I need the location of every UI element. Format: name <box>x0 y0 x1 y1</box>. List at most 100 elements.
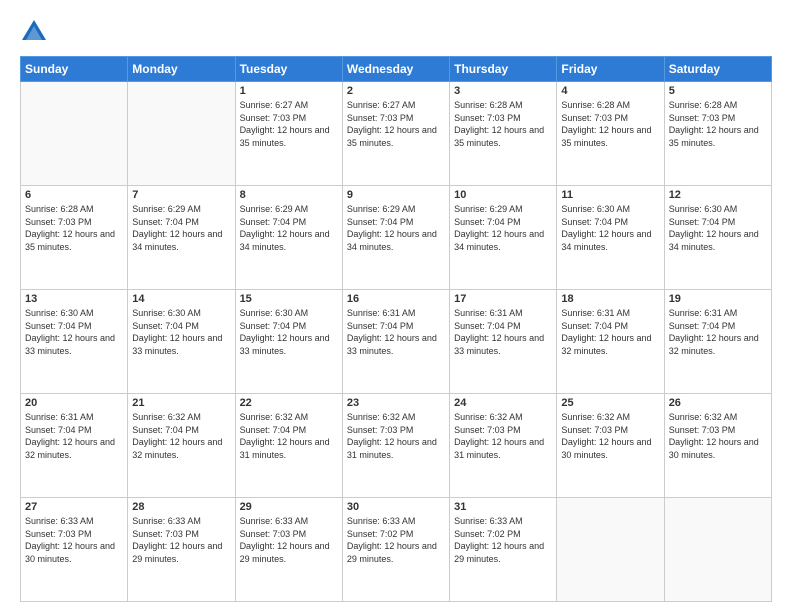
day-number: 13 <box>25 293 123 305</box>
calendar-cell: 11 Sunrise: 6:30 AMSunset: 7:04 PMDayligh… <box>557 186 664 290</box>
calendar-day-header: Thursday <box>450 57 557 82</box>
day-info: Sunrise: 6:30 AMSunset: 7:04 PMDaylight:… <box>240 307 338 357</box>
calendar-cell: 25 Sunrise: 6:32 AMSunset: 7:03 PMDayligh… <box>557 394 664 498</box>
day-number: 25 <box>561 397 659 409</box>
calendar-cell <box>664 498 771 602</box>
day-info: Sunrise: 6:30 AMSunset: 7:04 PMDaylight:… <box>561 203 659 253</box>
calendar-cell: 26 Sunrise: 6:32 AMSunset: 7:03 PMDayligh… <box>664 394 771 498</box>
header <box>20 18 772 46</box>
day-number: 26 <box>669 397 767 409</box>
calendar-cell: 27 Sunrise: 6:33 AMSunset: 7:03 PMDayligh… <box>21 498 128 602</box>
day-number: 4 <box>561 85 659 97</box>
calendar-week-row: 27 Sunrise: 6:33 AMSunset: 7:03 PMDayligh… <box>21 498 772 602</box>
calendar-cell: 5 Sunrise: 6:28 AMSunset: 7:03 PMDaylight… <box>664 82 771 186</box>
calendar-week-row: 6Sunrise: 6:28 AMSunset: 7:03 PMDaylight… <box>21 186 772 290</box>
day-number: 17 <box>454 293 552 305</box>
calendar-cell: 31 Sunrise: 6:33 AMSunset: 7:02 PMDayligh… <box>450 498 557 602</box>
calendar-week-row: 1 Sunrise: 6:27 AMSunset: 7:03 PMDaylight… <box>21 82 772 186</box>
calendar-cell: 17 Sunrise: 6:31 AMSunset: 7:04 PMDayligh… <box>450 290 557 394</box>
calendar-cell: 9 Sunrise: 6:29 AMSunset: 7:04 PMDaylight… <box>342 186 449 290</box>
day-number: 15 <box>240 293 338 305</box>
calendar-table: SundayMondayTuesdayWednesdayThursdayFrid… <box>20 56 772 602</box>
day-info: Sunrise: 6:28 AMSunset: 7:03 PMDaylight:… <box>561 99 659 149</box>
calendar-cell: 10 Sunrise: 6:29 AMSunset: 7:04 PMDayligh… <box>450 186 557 290</box>
logo <box>20 18 52 46</box>
day-info: Sunrise: 6:27 AMSunset: 7:03 PMDaylight:… <box>240 99 338 149</box>
calendar-cell: 30 Sunrise: 6:33 AMSunset: 7:02 PMDayligh… <box>342 498 449 602</box>
day-number: 9 <box>347 189 445 201</box>
calendar-cell: 20 Sunrise: 6:31 AMSunset: 7:04 PMDayligh… <box>21 394 128 498</box>
calendar-cell: 8 Sunrise: 6:29 AMSunset: 7:04 PMDaylight… <box>235 186 342 290</box>
calendar-day-header: Friday <box>557 57 664 82</box>
day-number: 18 <box>561 293 659 305</box>
day-info: Sunrise: 6:32 AMSunset: 7:03 PMDaylight:… <box>669 411 767 461</box>
logo-icon <box>20 18 48 46</box>
calendar-cell: 22 Sunrise: 6:32 AMSunset: 7:04 PMDayligh… <box>235 394 342 498</box>
calendar-cell: 28 Sunrise: 6:33 AMSunset: 7:03 PMDayligh… <box>128 498 235 602</box>
calendar-day-header: Tuesday <box>235 57 342 82</box>
day-info: Sunrise: 6:33 AMSunset: 7:02 PMDaylight:… <box>454 515 552 565</box>
calendar-cell: 14Sunrise: 6:30 AMSunset: 7:04 PMDayligh… <box>128 290 235 394</box>
calendar-cell: 3 Sunrise: 6:28 AMSunset: 7:03 PMDaylight… <box>450 82 557 186</box>
day-number: 3 <box>454 85 552 97</box>
day-info: Sunrise: 6:31 AMSunset: 7:04 PMDaylight:… <box>454 307 552 357</box>
day-number: 29 <box>240 501 338 513</box>
page: SundayMondayTuesdayWednesdayThursdayFrid… <box>0 0 792 612</box>
day-number: 20 <box>25 397 123 409</box>
calendar-cell: 19Sunrise: 6:31 AMSunset: 7:04 PMDayligh… <box>664 290 771 394</box>
day-number: 22 <box>240 397 338 409</box>
calendar-cell: 13Sunrise: 6:30 AMSunset: 7:04 PMDayligh… <box>21 290 128 394</box>
calendar-cell: 15 Sunrise: 6:30 AMSunset: 7:04 PMDayligh… <box>235 290 342 394</box>
calendar-cell: 18 Sunrise: 6:31 AMSunset: 7:04 PMDayligh… <box>557 290 664 394</box>
day-number: 30 <box>347 501 445 513</box>
calendar-cell: 7Sunrise: 6:29 AMSunset: 7:04 PMDaylight… <box>128 186 235 290</box>
day-number: 12 <box>669 189 767 201</box>
day-number: 23 <box>347 397 445 409</box>
day-info: Sunrise: 6:29 AMSunset: 7:04 PMDaylight:… <box>347 203 445 253</box>
day-info: Sunrise: 6:32 AMSunset: 7:03 PMDaylight:… <box>454 411 552 461</box>
day-info: Sunrise: 6:33 AMSunset: 7:02 PMDaylight:… <box>347 515 445 565</box>
calendar-week-row: 20 Sunrise: 6:31 AMSunset: 7:04 PMDayligh… <box>21 394 772 498</box>
calendar-cell <box>557 498 664 602</box>
day-number: 10 <box>454 189 552 201</box>
calendar-cell: 16Sunrise: 6:31 AMSunset: 7:04 PMDayligh… <box>342 290 449 394</box>
calendar-week-row: 13 Sunrise: 6:30 AMSunset: 7:04 PMDayligh… <box>21 290 772 394</box>
day-info: Sunrise: 6:32 AMSunset: 7:04 PMDaylight:… <box>240 411 338 461</box>
day-info: Sunrise: 6:27 AMSunset: 7:03 PMDaylight:… <box>347 99 445 149</box>
day-number: 31 <box>454 501 552 513</box>
day-number: 11 <box>561 189 659 201</box>
calendar-cell: 6Sunrise: 6:28 AMSunset: 7:03 PMDaylight… <box>21 186 128 290</box>
day-info: Sunrise: 6:28 AMSunset: 7:03 PMDaylight:… <box>669 99 767 149</box>
calendar-cell: 21Sunrise: 6:32 AMSunset: 7:04 PMDayligh… <box>128 394 235 498</box>
calendar-cell <box>128 82 235 186</box>
calendar-cell <box>21 82 128 186</box>
calendar-cell: 1 Sunrise: 6:27 AMSunset: 7:03 PMDaylight… <box>235 82 342 186</box>
calendar-day-header: Wednesday <box>342 57 449 82</box>
day-info: Sunrise: 6:32 AMSunset: 7:03 PMDaylight:… <box>561 411 659 461</box>
day-number: 1 <box>240 85 338 97</box>
day-info: Sunrise: 6:29 AMSunset: 7:04 PMDaylight:… <box>132 203 230 253</box>
day-info: Sunrise: 6:32 AMSunset: 7:03 PMDaylight:… <box>347 411 445 461</box>
day-info: Sunrise: 6:33 AMSunset: 7:03 PMDaylight:… <box>132 515 230 565</box>
calendar-day-header: Sunday <box>21 57 128 82</box>
day-info: Sunrise: 6:29 AMSunset: 7:04 PMDaylight:… <box>454 203 552 253</box>
calendar-header-row: SundayMondayTuesdayWednesdayThursdayFrid… <box>21 57 772 82</box>
day-info: Sunrise: 6:31 AMSunset: 7:04 PMDaylight:… <box>25 411 123 461</box>
day-info: Sunrise: 6:29 AMSunset: 7:04 PMDaylight:… <box>240 203 338 253</box>
calendar-cell: 2Sunrise: 6:27 AMSunset: 7:03 PMDaylight… <box>342 82 449 186</box>
day-number: 8 <box>240 189 338 201</box>
calendar-cell: 4 Sunrise: 6:28 AMSunset: 7:03 PMDaylight… <box>557 82 664 186</box>
calendar-cell: 12 Sunrise: 6:30 AMSunset: 7:04 PMDayligh… <box>664 186 771 290</box>
day-info: Sunrise: 6:28 AMSunset: 7:03 PMDaylight:… <box>25 203 123 253</box>
day-info: Sunrise: 6:28 AMSunset: 7:03 PMDaylight:… <box>454 99 552 149</box>
day-number: 27 <box>25 501 123 513</box>
day-info: Sunrise: 6:33 AMSunset: 7:03 PMDaylight:… <box>240 515 338 565</box>
day-info: Sunrise: 6:30 AMSunset: 7:04 PMDaylight:… <box>132 307 230 357</box>
day-info: Sunrise: 6:31 AMSunset: 7:04 PMDaylight:… <box>561 307 659 357</box>
day-number: 5 <box>669 85 767 97</box>
calendar-cell: 29 Sunrise: 6:33 AMSunset: 7:03 PMDayligh… <box>235 498 342 602</box>
day-info: Sunrise: 6:30 AMSunset: 7:04 PMDaylight:… <box>669 203 767 253</box>
calendar-cell: 24Sunrise: 6:32 AMSunset: 7:03 PMDayligh… <box>450 394 557 498</box>
day-info: Sunrise: 6:33 AMSunset: 7:03 PMDaylight:… <box>25 515 123 565</box>
day-number: 28 <box>132 501 230 513</box>
